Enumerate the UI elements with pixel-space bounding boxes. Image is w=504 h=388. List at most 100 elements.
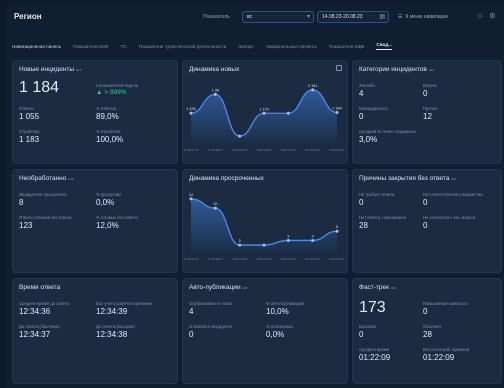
tab-0[interactable]: Навигационная панель <box>12 44 61 49</box>
period-select[interactable]: вс ▾ <box>242 11 314 23</box>
published-value: 4 <box>189 307 194 316</box>
impossible-label: Нет ответа, невозможно <box>359 215 406 220</box>
card-title: Динамика новых <box>189 66 240 73</box>
chart-dynamics-new: 1 155 17.08-17.07 1 96 17.07-18.07 18.07-19.… <box>184 84 345 152</box>
period-select-value: вс <box>247 14 253 20</box>
relevance-value: 0 <box>423 307 428 316</box>
avg-value: 12:34:36 <box>19 307 51 316</box>
data-point[interactable] <box>286 111 290 115</box>
tab-1[interactable]: Показатели МЗК <box>73 44 108 49</box>
card-title: Авто-публикации шт. <box>189 284 249 291</box>
data-label: 2 151 <box>308 84 318 88</box>
avg-time-value: 01:22:09 <box>359 353 391 362</box>
share-value: 3,0% <box>359 135 378 144</box>
published-pct-value: 10,0% <box>266 307 289 316</box>
menu-icon: ☰ <box>398 14 403 20</box>
published-pct-label: % авто-публикаций <box>266 301 304 306</box>
card-dynamics-overdue: Динамика просроченных 12 17.08-17.07 10 17.… <box>182 169 348 273</box>
ready-pct-value: 12,0% <box>96 221 119 230</box>
data-point[interactable] <box>213 206 217 210</box>
card-auto-publish: Авто-публикации шт. Опубликовано в чатах … <box>182 278 348 384</box>
to-answer2-label: До ответа (высокие) <box>96 324 136 329</box>
data-point[interactable] <box>311 88 315 92</box>
chevron-down-icon: ▾ <box>306 14 310 20</box>
top-icons: ☆ ⚙ <box>477 12 496 20</box>
all-label: Все учета рабочего времени <box>96 301 152 306</box>
worked-value: 1 183 <box>19 135 40 144</box>
card-title: Время ответа <box>19 284 61 291</box>
x-tick-label: 21.07-22.07 <box>305 148 320 152</box>
date-range-value: 14.08.23-20.08.23 <box>322 14 363 20</box>
data-point[interactable] <box>213 92 217 96</box>
card-close-reasons: Причины закрытия без ответа шт. Не требуе… <box>352 169 502 273</box>
x-tick-label: 19.07-20.07 <box>257 148 272 152</box>
declined-value: 0 <box>189 330 194 339</box>
date-range-picker[interactable]: 14.08.23-20.08.23 ▤ <box>317 11 389 23</box>
relevance-label: Повышенная важность <box>423 301 468 306</box>
impossible-value: 28 <box>359 221 368 230</box>
data-point[interactable] <box>238 243 242 247</box>
no-answer-label: Не требует ответа <box>359 192 395 197</box>
to-answer2-value: 12:34:38 <box>96 330 128 339</box>
data-point[interactable] <box>189 111 193 115</box>
tab-6[interactable]: Показатели КДМ <box>329 44 365 49</box>
x-tick-label: 22.07-23.07 <box>330 257 345 261</box>
data-label: 1 155 <box>186 107 196 111</box>
tab-4[interactable]: Экопро <box>238 44 254 49</box>
card-categories: Категории инцидентов шт. Жалоба 4 Вопрос … <box>352 60 502 164</box>
expand-icon[interactable] <box>336 65 342 71</box>
data-point[interactable] <box>335 111 339 115</box>
overdue-value: 8 <box>19 198 24 207</box>
answers-label: Ответы <box>19 106 34 111</box>
data-label: 3 <box>287 234 289 238</box>
data-label: 10 <box>213 202 217 206</box>
card-title: Причины закрытия без ответа шт. <box>359 175 458 182</box>
overdue-pct-label: % просрочки <box>96 192 121 197</box>
x-tick-label: 22.07-23.07 <box>330 148 345 152</box>
compare-label: к показателей недели <box>96 83 139 88</box>
data-point[interactable] <box>286 238 290 242</box>
card-dynamics-new: Динамика новых 1 155 17.08-17.07 1 96 17.07… <box>182 60 348 164</box>
data-point[interactable] <box>262 243 266 247</box>
complaint-label: Жалоба <box>359 83 375 88</box>
dashboard-frame: Регион Показатель вс ▾ 14.08.23-20.08.23… <box>6 4 504 388</box>
x-tick-label: 17.07-18.07 <box>208 148 223 152</box>
tab-7[interactable]: Свод... <box>376 42 392 50</box>
data-label: 12 <box>189 193 193 197</box>
data-point[interactable] <box>262 111 266 115</box>
answers-pct-label: % ответов <box>96 106 116 111</box>
compare-value: ▲ > 999% <box>96 89 127 96</box>
data-point[interactable] <box>335 229 339 233</box>
card-unprocessed: Необработанно шт. Инцидентов просрочено 8… <box>12 169 178 273</box>
settings-icon[interactable]: ⚙ <box>489 12 495 20</box>
share-label: Средний % лично созданных <box>359 129 416 134</box>
published-label: Опубликовано в чатах <box>189 301 233 306</box>
tab-2[interactable]: ТС <box>121 44 127 49</box>
all-time-value: 01:22:09 <box>423 353 455 362</box>
x-tick-label: 19.07-20.07 <box>257 257 272 261</box>
nav-menu-button[interactable]: ☰ К меню навигации <box>398 14 448 20</box>
all-value: 12:34:39 <box>96 307 128 316</box>
declined-pct-value: 0,0% <box>266 330 285 339</box>
data-point[interactable] <box>311 238 315 242</box>
tab-3[interactable]: Показатели туристической деятельности <box>139 44 227 49</box>
data-point[interactable] <box>189 197 193 201</box>
answers-value: 1 055 <box>19 112 40 121</box>
data-point[interactable] <box>238 134 242 138</box>
no-responsible-label: Нет ответственного ведомства <box>423 192 483 197</box>
star-icon[interactable]: ☆ <box>477 12 483 20</box>
data-label: 1 184 <box>332 107 342 111</box>
x-tick-label: 20.07-21.07 <box>281 148 296 152</box>
card-fast-track: Фаст-трек шт. 173 Повышенная важность 0 В… <box>352 278 502 384</box>
fast-track-total: 173 <box>359 299 386 316</box>
nav-menu-label: К меню навигации <box>405 14 448 20</box>
gratitude-value: 0 <box>359 112 364 121</box>
not-related-value: 0 <box>423 221 428 230</box>
other-label: Прочее <box>423 106 438 111</box>
page-title: Регион <box>14 12 42 21</box>
x-tick-label: 18.07-19.07 <box>232 257 247 261</box>
high-value: 0 <box>359 330 364 339</box>
tab-bar: Навигационная панель Показатели МЗК ТС Пока… <box>6 40 504 52</box>
no-responsible-value: 0 <box>423 198 428 207</box>
tab-5[interactable]: Национальные проекты <box>266 44 317 49</box>
